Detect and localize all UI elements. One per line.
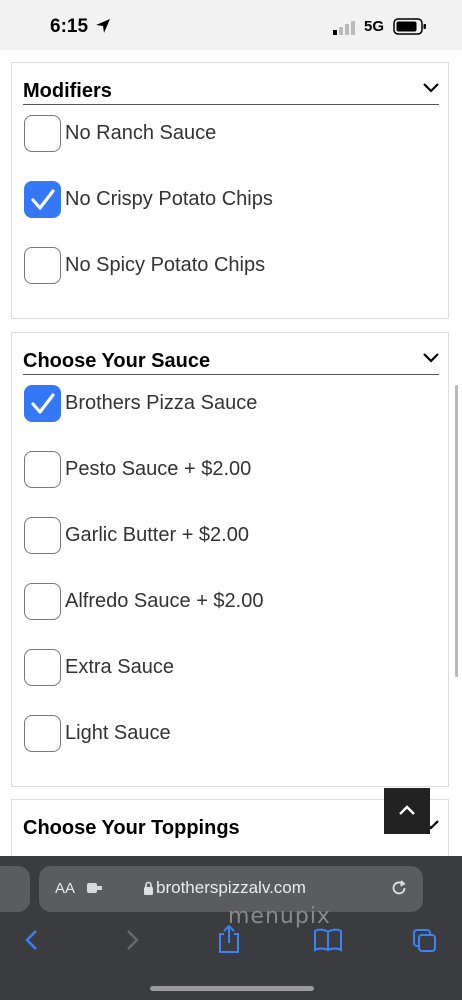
- group-title: Choose Your Toppings: [23, 817, 240, 839]
- option-label: No Crispy Potato Chips: [65, 188, 273, 210]
- option-label: Brothers Pizza Sauce: [65, 392, 258, 414]
- group-title: Modifiers: [23, 80, 112, 102]
- signal-icon: [333, 21, 355, 35]
- extension-icon[interactable]: [86, 881, 104, 895]
- reload-icon[interactable]: [389, 878, 409, 898]
- previous-tab-preview[interactable]: [0, 866, 30, 912]
- checkmark-icon: [31, 189, 55, 210]
- checkmark-icon: [31, 393, 55, 414]
- scrollbar[interactable]: [455, 385, 458, 677]
- checkbox[interactable]: [24, 517, 61, 554]
- checkbox[interactable]: [24, 715, 61, 752]
- checkbox[interactable]: [24, 115, 61, 152]
- checkbox[interactable]: [24, 385, 61, 422]
- location-arrow-icon: [96, 19, 110, 33]
- option-label: Light Sauce: [65, 722, 171, 744]
- checkbox[interactable]: [24, 649, 61, 686]
- checkbox[interactable]: [24, 451, 61, 488]
- back-icon[interactable]: [24, 928, 40, 952]
- status-time: 6:15: [50, 16, 89, 37]
- tabs-icon[interactable]: [412, 928, 438, 954]
- scroll-to-top-button[interactable]: [384, 788, 430, 834]
- checkbox[interactable]: [24, 181, 61, 218]
- home-indicator: [150, 986, 314, 991]
- chevron-up-icon: [399, 805, 415, 815]
- menu-item-options-page: Modifiers No Ranch Sauce No Crispy Potat…: [0, 50, 462, 856]
- toppings-header[interactable]: Choose Your Toppings: [23, 808, 439, 841]
- lock-icon: [144, 881, 153, 895]
- sauce-header[interactable]: Choose Your Sauce: [23, 341, 439, 375]
- option-label: Garlic Butter + $2.00: [65, 524, 249, 546]
- chevron-down-icon[interactable]: [423, 83, 439, 93]
- option-label: Alfredo Sauce + $2.00: [65, 590, 264, 612]
- share-icon[interactable]: [216, 924, 242, 954]
- network-type: 5G: [364, 18, 385, 35]
- forward-icon[interactable]: [124, 928, 140, 952]
- bookmarks-icon[interactable]: [313, 928, 343, 952]
- modifiers-header[interactable]: Modifiers: [23, 71, 439, 105]
- text-size-button[interactable]: AA: [55, 880, 75, 897]
- option-label: No Ranch Sauce: [65, 122, 217, 144]
- group-title: Choose Your Sauce: [23, 350, 211, 372]
- browser-toolbar: AA brotherspizzalv.com menupix: [0, 856, 462, 1000]
- url-text: brotherspizzalv.com: [156, 878, 306, 897]
- chevron-down-icon[interactable]: [423, 353, 439, 363]
- checkbox[interactable]: [24, 247, 61, 284]
- sauce-group: Choose Your Sauce Brothers Pizza Sauce P…: [11, 332, 449, 787]
- checkbox[interactable]: [24, 583, 61, 620]
- option-label: Pesto Sauce + $2.00: [65, 458, 252, 480]
- option-label: No Spicy Potato Chips: [65, 254, 266, 276]
- battery-icon: [393, 18, 426, 35]
- status-bar: 6:15 5G: [0, 0, 462, 50]
- option-label: Extra Sauce: [65, 656, 174, 678]
- watermark: menupix: [228, 904, 331, 929]
- modifiers-group: Modifiers No Ranch Sauce No Crispy Potat…: [11, 62, 449, 319]
